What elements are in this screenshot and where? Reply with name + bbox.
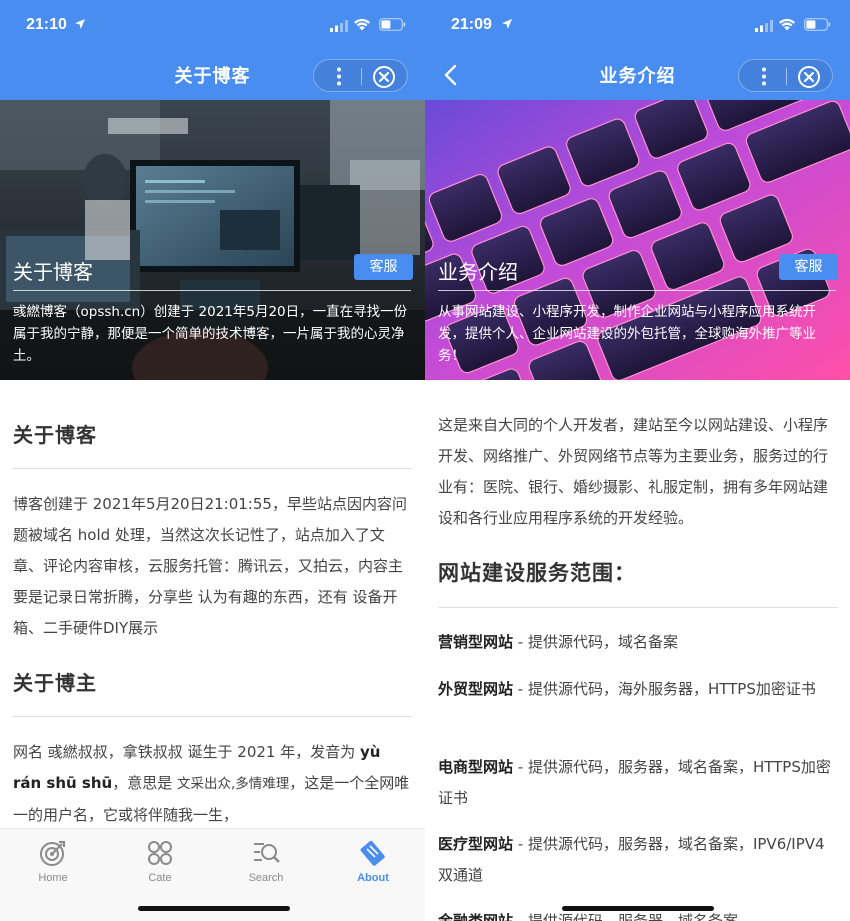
service-desc: - 提供源代码，服务器，域名备案 <box>513 912 738 921</box>
section-divider <box>13 716 413 717</box>
close-icon[interactable] <box>797 65 821 89</box>
hero-description: 从事网站建设、小程序开发，制作企业网站与小程序应用系统开发，提供个人、企业网站建… <box>438 304 816 364</box>
wifi-icon <box>354 18 370 31</box>
signal-icon <box>755 20 773 32</box>
section-heading-about-author: 关于博主 <box>13 671 97 695</box>
hero-divider <box>438 290 836 291</box>
miniapp-capsule <box>313 59 408 92</box>
search-icon <box>254 843 280 863</box>
about-author-text: 网名 彧繎叔叔，拿铁叔叔 诞生于 2021 年，发音为 yù rán shū s… <box>13 737 413 831</box>
service-item: 外贸型网站 - 提供源代码，海外服务器，HTTPS加密证书 <box>438 674 838 705</box>
tab-label: About <box>357 872 389 884</box>
author-text-part: ，意思是 <box>112 774 177 792</box>
tab-about[interactable]: About <box>333 839 413 884</box>
close-icon[interactable] <box>372 65 396 89</box>
about-blog-screen: 21:10 关于博客 关于博客 客服 彧繎博客（opssh.cn）创建于 202… <box>0 0 425 921</box>
hero-banner: 关于博客 客服 彧繎博客（opssh.cn）创建于 2021年5月20日，一直在… <box>0 100 425 380</box>
status-bar: 21:09 <box>425 0 850 50</box>
home-indicator <box>138 906 290 911</box>
customer-service-button[interactable]: 客服 <box>354 254 413 280</box>
miniapp-capsule <box>738 59 833 92</box>
category-icon <box>148 841 172 865</box>
tab-label: Search <box>248 872 284 884</box>
battery-icon <box>379 18 406 31</box>
section-heading-about-blog: 关于博客 <box>13 423 97 447</box>
service-item: 医疗型网站 - 提供源代码，服务器，域名备案，IPV6/IPV4双通道 <box>438 829 838 891</box>
service-name: 医疗型网站 <box>438 835 514 853</box>
status-time: 21:10 <box>26 16 67 33</box>
name-meaning: 文采出众,多情难理 <box>177 776 290 792</box>
service-name: 外贸型网站 <box>438 680 514 698</box>
service-name: 金融类网站 <box>438 912 514 921</box>
tab-home[interactable]: Home <box>13 839 93 884</box>
services-heading: 网站建设服务范围： <box>438 561 636 585</box>
business-intro-screen: 21:09 业务介绍 业务介绍 客服 从事网站建设、小程序开发，制作企业网站与小… <box>425 0 850 921</box>
capsule-divider <box>361 68 362 85</box>
customer-service-button[interactable]: 客服 <box>779 254 838 280</box>
target-icon <box>40 841 65 866</box>
service-desc: - 提供源代码，海外服务器，HTTPS加密证书 <box>513 680 816 698</box>
more-icon[interactable] <box>328 66 350 87</box>
more-icon[interactable] <box>753 66 775 87</box>
service-item: 营销型网站 - 提供源代码，域名备案 <box>438 627 838 658</box>
hero-divider <box>13 290 411 291</box>
battery-icon <box>804 18 831 31</box>
service-desc: - 提供源代码，域名备案 <box>513 633 678 651</box>
about-blog-text: 博客创建于 2021年5月20日21:01:55，早些站点因内容问题被域名 ho… <box>13 495 407 637</box>
location-arrow-icon <box>502 19 512 29</box>
service-name: 营销型网站 <box>438 633 514 651</box>
capsule-divider <box>786 68 787 85</box>
hero-banner: 业务介绍 客服 从事网站建设、小程序开发，制作企业网站与小程序应用系统开发，提供… <box>425 100 850 380</box>
hero-description: 彧繎博客（opssh.cn）创建于 2021年5月20日，一直在寻找一份属于我的… <box>13 304 408 364</box>
intro-text: 这是来自大同的个人开发者，建站至今以网站建设、小程序开发、网络推广、外贸网络节点… <box>438 416 829 527</box>
signal-icon <box>330 20 348 32</box>
nav-bar: 21:10 关于博客 <box>0 0 425 100</box>
status-bar: 21:10 <box>0 0 425 50</box>
hero-title: 关于博客 <box>13 260 93 284</box>
section-divider <box>438 607 838 608</box>
tab-label: Cate <box>148 872 172 884</box>
tab-cate[interactable]: Cate <box>120 839 200 884</box>
location-arrow-icon <box>75 19 85 29</box>
wifi-icon <box>779 18 795 31</box>
tab-search[interactable]: Search <box>226 839 306 884</box>
nav-bar: 21:09 业务介绍 <box>425 0 850 100</box>
about-icon <box>360 840 385 866</box>
status-time: 21:09 <box>451 16 492 33</box>
home-indicator <box>562 906 714 911</box>
author-text-part: 网名 彧繎叔叔，拿铁叔叔 诞生于 2021 年，发音为 <box>13 743 361 761</box>
service-item: 电商型网站 - 提供源代码，服务器，域名备案，HTTPS加密证书 <box>438 752 838 814</box>
section-divider <box>13 468 413 469</box>
tab-label: Home <box>38 872 68 884</box>
service-name: 电商型网站 <box>438 758 514 776</box>
hero-title: 业务介绍 <box>438 260 518 284</box>
